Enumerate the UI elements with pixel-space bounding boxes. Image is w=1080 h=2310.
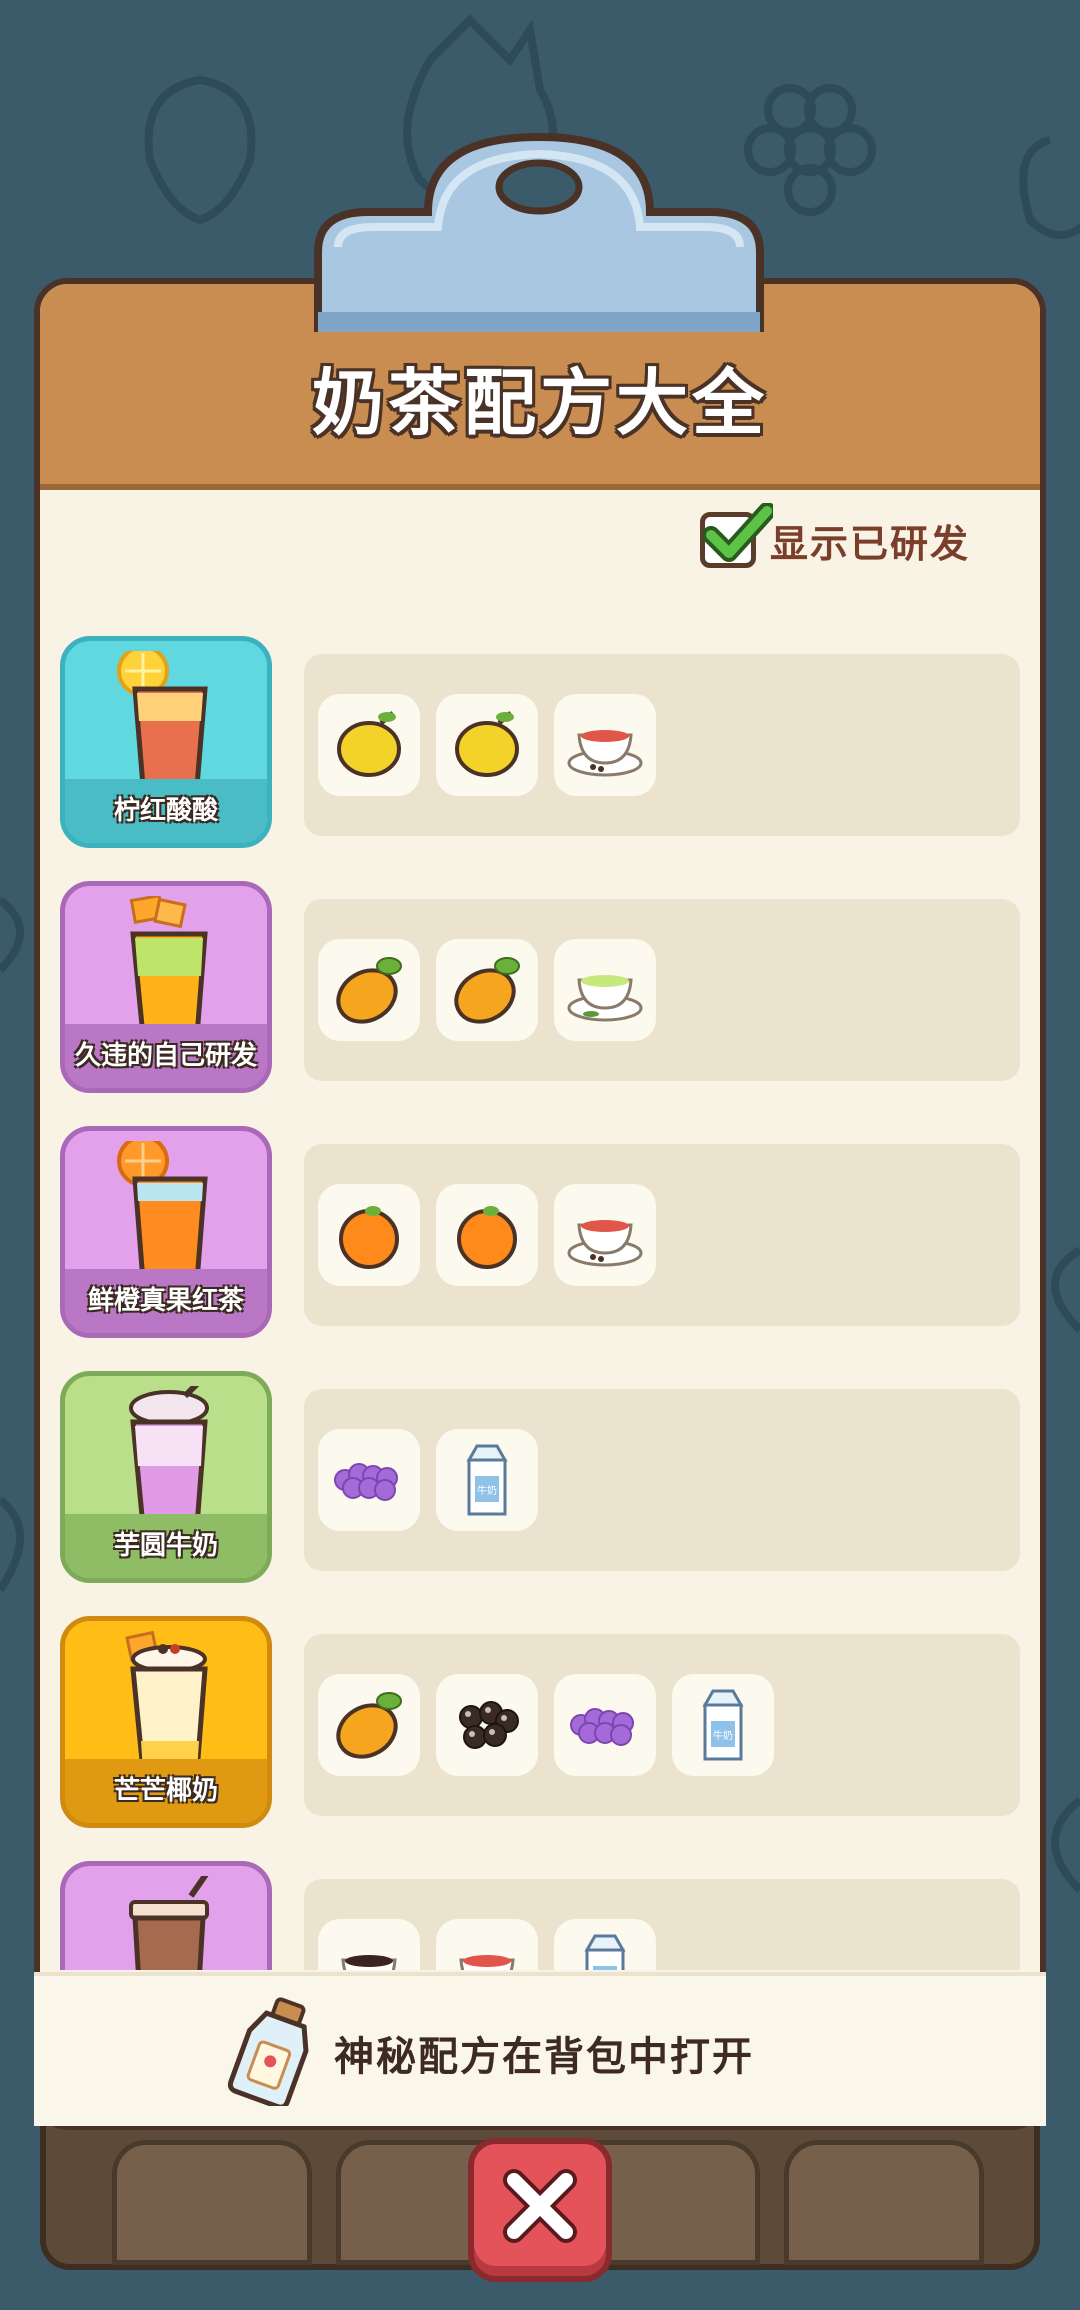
ingredient-slot	[318, 1674, 420, 1776]
tapioca-pearl-icon	[459, 1701, 519, 1749]
svg-text:牛奶: 牛奶	[713, 1729, 733, 1742]
ingredient-panel	[304, 1144, 1020, 1326]
show-researched-toggle[interactable]: 显示已研发	[700, 503, 971, 575]
ingredient-slot: 牛奶	[672, 1674, 774, 1776]
tray-slot	[784, 2140, 984, 2265]
ingredient-slot	[318, 694, 420, 796]
taro-ball-icon	[334, 1463, 398, 1501]
ingredient-slot	[554, 1674, 656, 1776]
lemon-icon	[337, 711, 401, 777]
svg-text:牛奶: 牛奶	[477, 1484, 497, 1497]
lemon-icon	[455, 711, 519, 777]
ingredient-slot	[436, 1919, 538, 1970]
recipe-card[interactable]: 芒芒椰奶	[60, 1616, 272, 1828]
milk-carton-icon: 牛奶	[702, 1689, 744, 1761]
ingredient-panel	[304, 1879, 1020, 1970]
recipe-row[interactable]: 柠红酸酸	[34, 620, 1046, 848]
ingredient-slot: 牛奶	[436, 1429, 538, 1531]
ingredient-slot	[318, 939, 420, 1041]
close-button[interactable]	[468, 2138, 612, 2282]
recipe-card[interactable]: 久违的自己研发	[60, 881, 272, 1093]
orange-icon	[457, 1206, 517, 1269]
ingredient-slot	[318, 1919, 420, 1970]
recipe-card[interactable]: 鲜橙真果红茶	[60, 1126, 272, 1338]
clipboard-clip-icon	[314, 132, 764, 332]
taro-milk-drink-icon	[129, 1386, 209, 1526]
ingredient-panel: 牛奶	[304, 1389, 1020, 1571]
recipe-card[interactable]	[60, 1861, 272, 1970]
recipe-row[interactable]: 芒芒椰奶 牛奶	[34, 1600, 1046, 1828]
footer-text: 神秘配方在背包中打开	[334, 2034, 754, 2080]
recipe-card[interactable]: 柠红酸酸	[60, 636, 272, 848]
ingredient-panel: 牛奶	[304, 1634, 1020, 1816]
orange-tea-drink-icon	[117, 1141, 208, 1281]
checkbox[interactable]	[700, 503, 773, 568]
green-tea-icon	[567, 975, 643, 1022]
page-title: 奶茶配方大全	[311, 361, 768, 445]
recipe-row[interactable]	[34, 1845, 1046, 1970]
recipe-row[interactable]: 鲜橙真果红茶	[34, 1110, 1046, 1338]
orange-icon	[339, 1206, 399, 1269]
red-tea-icon	[567, 1220, 643, 1267]
recipe-list[interactable]: 柠红酸酸 久违的自己研发 鲜橙真果红茶 芋圆牛奶 牛奶 芒芒椰奶 牛奶	[34, 620, 1046, 1970]
toggle-label: 显示已研发	[770, 521, 971, 566]
footer-hint: 神秘配方在背包中打开	[34, 1972, 1046, 2126]
red-tea-icon	[459, 1955, 515, 1970]
lemon-tea-drink-icon	[117, 651, 208, 789]
recipe-row[interactable]: 久违的自己研发	[34, 865, 1046, 1093]
checkmark-icon	[703, 503, 773, 562]
mango-icon	[336, 1692, 402, 1759]
mango-icon	[336, 957, 402, 1024]
ingredient-slot	[554, 694, 656, 796]
ingredient-slot	[436, 1184, 538, 1286]
ingredient-panel	[304, 899, 1020, 1081]
milk-carton-icon: 牛奶	[466, 1444, 508, 1516]
ingredient-slot	[318, 1184, 420, 1286]
recipe-name: 久违的自己研发	[65, 1024, 267, 1088]
tray-slot	[112, 2140, 312, 2265]
recipe-row[interactable]: 芋圆牛奶 牛奶	[34, 1355, 1046, 1583]
mango-green-tea-drink-icon	[129, 896, 208, 1036]
red-tea-icon	[567, 730, 643, 777]
ingredient-slot	[554, 1919, 656, 1970]
ingredient-slot	[436, 939, 538, 1041]
mango-coconut-drink-icon	[125, 1631, 208, 1771]
ingredient-slot	[554, 1184, 656, 1286]
recipe-name: 芒芒椰奶	[65, 1759, 267, 1823]
mango-icon	[454, 957, 520, 1024]
milk-carton-icon	[584, 1934, 626, 1970]
taro-ball-icon	[570, 1708, 634, 1746]
ingredient-slot	[436, 694, 538, 796]
recipe-name: 柠红酸酸	[65, 779, 267, 843]
close-icon	[503, 2169, 577, 2243]
recipe-name: 芋圆牛奶	[65, 1514, 267, 1578]
recipe-card[interactable]: 芋圆牛奶	[60, 1371, 272, 1583]
message-bottle-icon	[227, 1997, 309, 2106]
ingredient-slot	[318, 1429, 420, 1531]
ingredient-panel	[304, 654, 1020, 836]
recipe-name: 鲜橙真果红茶	[65, 1269, 267, 1333]
ingredient-slot	[554, 939, 656, 1041]
coffee-icon	[341, 1955, 397, 1970]
ingredient-slot	[436, 1674, 538, 1776]
coffee-milk-tea-drink-icon	[129, 1876, 209, 1970]
